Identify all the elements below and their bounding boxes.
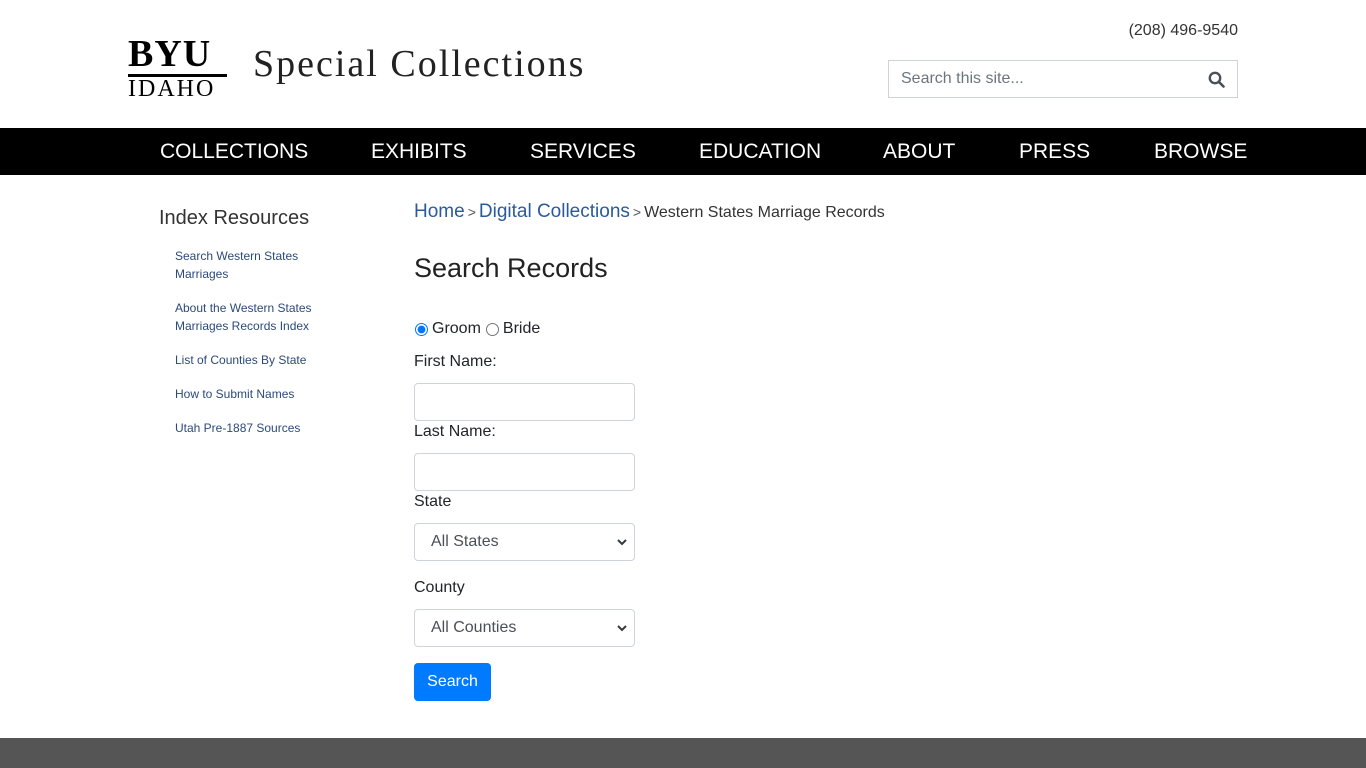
breadcrumb-digital-collections[interactable]: Digital Collections	[479, 201, 630, 222]
site-footer	[0, 738, 1366, 768]
first-name-label: First Name:	[414, 353, 497, 370]
logo-idaho-text: IDAHO	[128, 76, 216, 102]
state-label: State	[414, 493, 452, 510]
sidebar-item-about-index[interactable]: About the Western States Marriages Recor…	[175, 299, 325, 335]
nav-about[interactable]: ABOUT	[883, 128, 955, 175]
breadcrumb: Home > Digital Collections > Western States …	[414, 201, 885, 223]
first-name-input[interactable]	[414, 383, 635, 421]
search-button[interactable]: Search	[414, 663, 491, 701]
site-search	[888, 60, 1238, 98]
page-title: Search Records	[414, 253, 608, 283]
state-select-value: All States	[431, 533, 499, 550]
nav-services[interactable]: SERVICES	[530, 128, 636, 175]
nav-exhibits[interactable]: EXHIBITS	[371, 128, 467, 175]
site-search-button[interactable]	[1195, 61, 1237, 97]
chevron-down-icon	[617, 539, 627, 546]
county-label: County	[414, 579, 465, 596]
nav-education[interactable]: EDUCATION	[699, 128, 821, 175]
breadcrumb-home[interactable]: Home	[414, 201, 465, 222]
last-name-input[interactable]	[414, 453, 635, 491]
breadcrumb-separator: >	[467, 204, 476, 220]
nav-press[interactable]: PRESS	[1019, 128, 1090, 175]
site-title[interactable]: Special Collections	[253, 42, 585, 86]
groom-radio[interactable]	[415, 322, 428, 336]
breadcrumb-current: Western States Marriage Records	[644, 204, 885, 221]
phone-number: (208) 496-9540	[1128, 22, 1238, 39]
breadcrumb-separator: >	[632, 204, 642, 220]
site-search-input[interactable]	[889, 61, 1197, 97]
sidebar-title: Index Resources	[159, 207, 310, 229]
bride-radio-label: Bride	[502, 320, 541, 337]
byu-idaho-logo[interactable]: BYU IDAHO	[128, 34, 228, 102]
sidebar-item-utah-sources[interactable]: Utah Pre-1887 Sources	[175, 419, 325, 437]
main-nav: COLLECTIONS EXHIBITS SERVICES EDUCATION …	[0, 128, 1366, 175]
sidebar-menu: Search Western States Marriages About th…	[175, 247, 325, 453]
state-select[interactable]: All States	[414, 523, 635, 561]
groom-radio-label: Groom	[432, 320, 481, 337]
chevron-down-icon	[617, 625, 627, 632]
nav-browse[interactable]: BROWSE	[1154, 128, 1247, 175]
bride-radio[interactable]	[485, 322, 499, 336]
sidebar-item-submit-names[interactable]: How to Submit Names	[175, 385, 325, 403]
last-name-label: Last Name:	[414, 423, 496, 440]
county-select-value: All Counties	[431, 619, 517, 636]
sidebar-item-counties-by-state[interactable]: List of Counties By State	[175, 351, 325, 369]
spouse-radio-group: Groom Bride	[414, 320, 544, 338]
nav-collections[interactable]: COLLECTIONS	[160, 128, 308, 175]
sidebar-item-search-marriages[interactable]: Search Western States Marriages	[175, 247, 325, 283]
logo-byu-text: BYU	[128, 33, 212, 75]
county-select[interactable]: All Counties	[414, 609, 635, 647]
site-header: BYU IDAHO Special Collections (208) 496-…	[0, 0, 1366, 128]
search-icon	[1208, 71, 1225, 88]
